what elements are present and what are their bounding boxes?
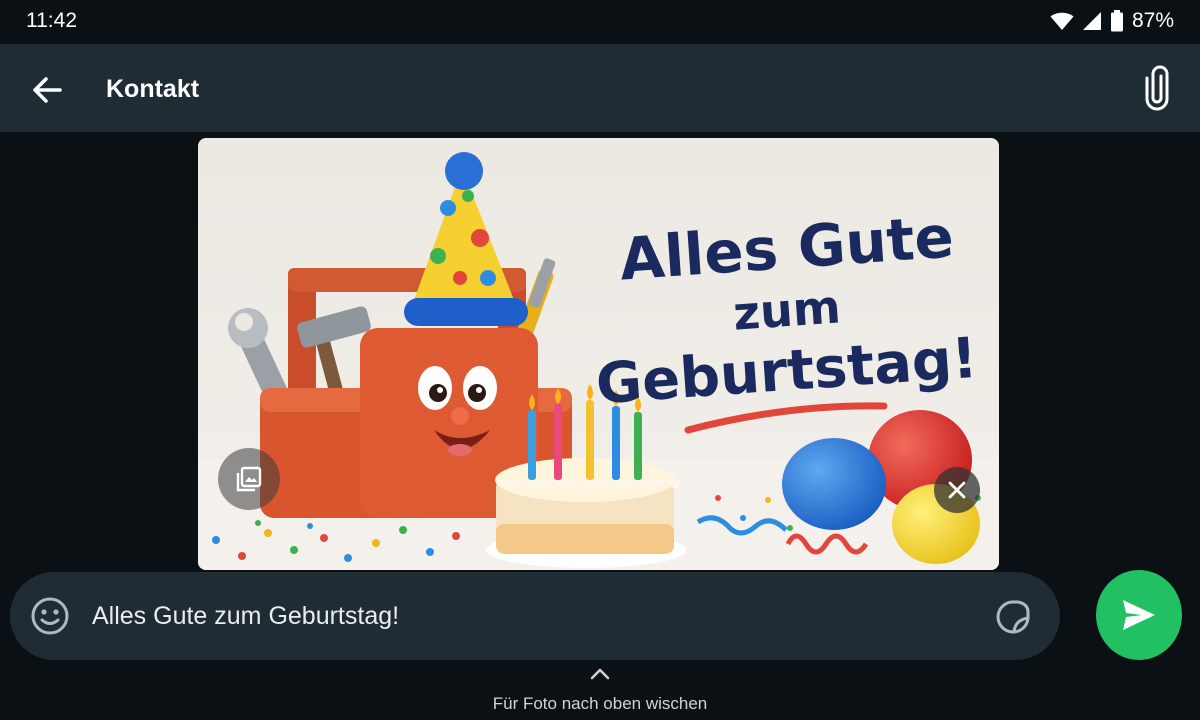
- chevron-up-icon: [590, 668, 610, 680]
- image-preview[interactable]: Alles Gute zum Geburtstag!: [198, 138, 999, 570]
- contact-title: Kontakt: [106, 75, 200, 103]
- sticker-icon: [996, 600, 1030, 634]
- emoji-button[interactable]: [30, 596, 70, 636]
- sticker-button[interactable]: [994, 598, 1032, 636]
- close-icon: [948, 481, 966, 499]
- cellular-signal-icon: [1082, 12, 1101, 30]
- attach-button[interactable]: [1136, 64, 1180, 112]
- wifi-icon: [1050, 12, 1074, 30]
- send-icon: [1123, 600, 1155, 630]
- status-icons: 87%: [1050, 9, 1174, 33]
- status-time: 11:42: [26, 9, 77, 32]
- caption-bar: [10, 572, 1060, 660]
- remove-image-button[interactable]: [934, 467, 980, 513]
- swipe-hint: Für Foto nach oben wischen: [492, 694, 708, 713]
- paperclip-icon: [1145, 65, 1169, 111]
- chat-header: Kontakt: [0, 44, 1200, 132]
- caption-input[interactable]: [92, 597, 952, 635]
- battery-icon: [1110, 10, 1123, 32]
- back-button[interactable]: [26, 68, 70, 112]
- battery-percent: 87%: [1131, 9, 1174, 32]
- arrow-left-icon: [33, 77, 62, 103]
- birthday-card-image: Alles Gute zum Geburtstag!: [198, 138, 999, 570]
- emoji-icon: [31, 597, 69, 635]
- gallery-icon: [236, 466, 262, 492]
- gallery-button[interactable]: [218, 448, 280, 510]
- card-headline-line2: zum: [731, 279, 842, 340]
- send-button[interactable]: [1096, 570, 1182, 660]
- status-bar: 11:42 87%: [0, 0, 1200, 44]
